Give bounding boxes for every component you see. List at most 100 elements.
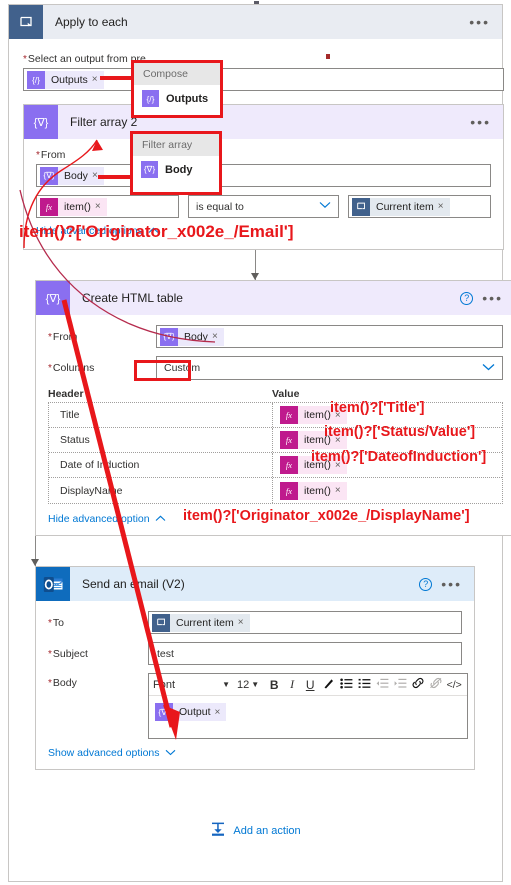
row-value-token[interactable]: fx item() × xyxy=(280,481,347,500)
table-row[interactable]: Date of Induction fx item() × xyxy=(49,453,502,478)
row-value-token-remove[interactable]: × xyxy=(335,435,347,446)
text-color-icon[interactable] xyxy=(319,677,337,693)
current-item-token-label: Current item xyxy=(376,200,434,213)
row-value-token-remove[interactable]: × xyxy=(335,485,347,496)
current-item-token-remove[interactable]: × xyxy=(438,201,450,212)
send-email-menu[interactable]: ••• xyxy=(441,577,462,591)
item-token-left[interactable]: fx item() × xyxy=(40,197,107,216)
output-token-label: Output xyxy=(179,706,211,718)
row-value-token[interactable]: fx item() × xyxy=(280,406,347,424)
body-token-remove[interactable]: × xyxy=(92,170,104,181)
underline-button[interactable]: U xyxy=(301,678,319,692)
bold-button[interactable]: B xyxy=(265,678,283,692)
table-row[interactable]: DisplayName fx item() × xyxy=(49,478,502,503)
help-icon[interactable]: ? xyxy=(460,291,474,305)
columns-table: Title fx item() × Status fx item() × Dat… xyxy=(48,402,503,504)
font-size-select[interactable]: 12 ▼ xyxy=(237,679,259,691)
unlink-icon[interactable] xyxy=(427,677,445,692)
numbered-list-icon[interactable] xyxy=(355,678,373,692)
current-item-token[interactable]: Current item × xyxy=(352,197,450,216)
table-row[interactable]: Title fx item() × xyxy=(49,403,502,428)
email-to-token[interactable]: Current item × xyxy=(152,613,250,632)
filter-array-header[interactable]: {∇} Filter array 2 ••• xyxy=(24,105,503,139)
html-columns-select[interactable]: Custom xyxy=(156,356,503,380)
outputs-token[interactable]: {/} Outputs × xyxy=(27,70,104,89)
html-body-icon: {∇} xyxy=(160,327,178,346)
help-icon[interactable]: ? xyxy=(419,577,433,591)
code-view-icon[interactable]: </> xyxy=(445,679,463,691)
value-column-title: Value xyxy=(272,388,300,400)
condition-right-input[interactable]: Current item × xyxy=(348,195,491,218)
create-html-table-title: Create HTML table xyxy=(82,291,183,305)
chevron-down-icon xyxy=(482,363,495,374)
filter-array-menu[interactable]: ••• xyxy=(470,115,491,129)
html-output-icon: {∇} xyxy=(155,703,173,721)
filter-advanced-options-link[interactable]: Hide advanced options xyxy=(36,225,143,237)
email-to-input[interactable]: Current item × xyxy=(148,611,462,634)
header-column-title: Header xyxy=(48,388,84,400)
font-size-value: 12 xyxy=(237,678,250,691)
email-to-row: *To Current item × xyxy=(48,611,462,634)
row-header-cell[interactable]: Date of Induction xyxy=(49,453,273,477)
create-html-table-card: {∇} Create HTML table ? ••• *From {∇} Bo… xyxy=(35,280,511,536)
apply-to-each-header[interactable]: Apply to each ••• xyxy=(9,5,502,39)
email-advanced-options-link[interactable]: Show advanced options xyxy=(48,747,160,759)
row-value-token-remove[interactable]: × xyxy=(335,460,347,471)
bulleted-list-icon[interactable] xyxy=(337,678,355,692)
filter-array-title: Filter array 2 xyxy=(70,115,138,129)
connector-arrow-2 xyxy=(31,536,39,566)
filter-from-input[interactable]: {∇} Body × xyxy=(36,164,491,187)
item-token-left-remove[interactable]: × xyxy=(95,201,107,212)
create-html-table-menu[interactable]: ••• xyxy=(482,291,503,305)
row-header-cell[interactable]: Title xyxy=(49,403,273,427)
font-family-select[interactable]: Font ▼ xyxy=(153,679,233,691)
html-from-input[interactable]: {∇} Body × xyxy=(156,325,503,348)
loop-icon xyxy=(9,5,43,39)
email-body-content[interactable]: {∇} Output × xyxy=(149,696,467,738)
fx-icon: fx xyxy=(280,431,298,449)
filter-body-icon: {∇} xyxy=(40,166,58,185)
email-body-editor[interactable]: Font ▼ 12 ▼ B I U </> {∇} Output × xyxy=(148,673,469,739)
create-html-table-header[interactable]: {∇} Create HTML table ? ••• xyxy=(36,281,511,315)
row-value-token-label: item() xyxy=(304,409,331,421)
link-icon[interactable] xyxy=(409,677,427,692)
increase-indent-icon[interactable] xyxy=(391,678,409,692)
row-value-token-label: item() xyxy=(304,484,331,497)
body-token[interactable]: {∇} Body × xyxy=(40,166,104,185)
html-body-token-remove[interactable]: × xyxy=(212,331,224,342)
add-an-action-button[interactable]: Add an action xyxy=(23,822,488,840)
html-columns-label: *Columns xyxy=(48,362,95,374)
row-header-cell[interactable]: Status xyxy=(49,428,273,452)
row-header-cell[interactable]: DisplayName xyxy=(49,478,273,503)
outputs-token-label: Outputs xyxy=(51,73,88,86)
select-output-input[interactable]: {/} Outputs × xyxy=(23,68,504,91)
send-email-header[interactable]: Send an email (V2) ? ••• xyxy=(36,567,474,601)
condition-operator-select[interactable]: is equal to xyxy=(188,195,339,218)
email-to-token-label: Current item xyxy=(176,616,234,629)
row-value-token[interactable]: fx item() × xyxy=(280,456,347,474)
rte-toolbar: Font ▼ 12 ▼ B I U </> xyxy=(149,674,468,696)
add-an-action-label: Add an action xyxy=(233,825,301,837)
html-advanced-options-link[interactable]: Hide advanced option xyxy=(48,513,150,525)
decrease-indent-icon[interactable] xyxy=(373,678,391,692)
current-item-icon xyxy=(152,613,170,632)
output-token-remove[interactable]: × xyxy=(215,707,227,718)
html-columns-row: *Columns Custom xyxy=(48,356,503,380)
select-output-label: *Select an output from pre xyxy=(23,53,146,65)
condition-left-input[interactable]: fx item() × xyxy=(36,195,179,218)
outputs-token-remove[interactable]: × xyxy=(92,74,104,85)
row-value-token[interactable]: fx item() × xyxy=(280,431,347,449)
caret-down-icon: ▼ xyxy=(251,680,260,689)
italic-button[interactable]: I xyxy=(283,677,301,692)
body-token-label: Body xyxy=(64,169,88,182)
html-table-icon: {∇} xyxy=(36,281,70,315)
html-body-token[interactable]: {∇} Body × xyxy=(160,327,224,346)
row-value-token-remove[interactable]: × xyxy=(335,410,347,421)
html-body-token-label: Body xyxy=(184,330,208,343)
chevron-up-icon xyxy=(155,513,166,525)
email-to-token-remove[interactable]: × xyxy=(238,617,250,628)
apply-to-each-menu[interactable]: ••• xyxy=(469,15,490,29)
email-subject-input[interactable]: test xyxy=(148,642,462,665)
table-row[interactable]: Status fx item() × xyxy=(49,428,502,453)
output-token[interactable]: {∇} Output × xyxy=(155,703,227,721)
